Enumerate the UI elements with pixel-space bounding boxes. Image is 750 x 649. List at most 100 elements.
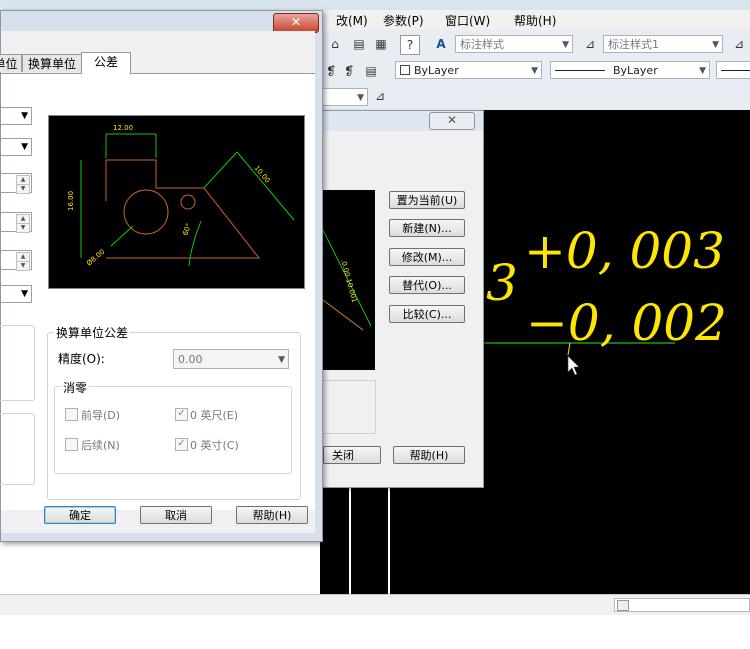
modify-style-button[interactable]: 修改(M)... <box>389 248 465 266</box>
status-bar <box>0 594 750 615</box>
help-button[interactable]: 帮助(H) <box>393 446 465 464</box>
part-hole <box>123 189 169 235</box>
top-dim-text: 12.00 <box>113 124 133 132</box>
alignment-group <box>0 325 35 401</box>
color-combo[interactable]: ByLayer ▼ <box>395 61 542 79</box>
set-current-button[interactable]: 置为当前(U) <box>389 191 465 209</box>
calculator-icon[interactable]: ▦ <box>372 35 390 53</box>
ok-button[interactable]: 确定 <box>44 506 116 524</box>
description-box <box>323 380 376 434</box>
text-style-combo[interactable]: 标注样式 ▼ <box>455 35 573 53</box>
part-outline <box>105 159 261 259</box>
lineweight-combo[interactable] <box>716 61 750 79</box>
lower-value-spinner[interactable]: ▲ ▼ <box>1 212 32 233</box>
cancel-button[interactable]: 取消 <box>140 506 212 524</box>
dimension-style-manager-dialog: ✕ .0.00 10.001 置为当前(U) 新建(N)... 修改(M)...… <box>322 110 484 488</box>
line-sample-icon <box>721 70 750 71</box>
diameter-dim-text: Ø8.00 <box>85 248 106 268</box>
color-swatch-icon <box>400 65 410 75</box>
linetype-combo-value: ByLayer <box>613 64 658 77</box>
chevron-down-icon: ▼ <box>21 142 28 152</box>
tolerance-preview: 12.00 16.00 10.00 60° Ø8.00 <box>48 115 305 289</box>
upper-value-spinner[interactable]: ▲ ▼ <box>1 173 32 194</box>
cursor-icon <box>567 355 580 376</box>
tolerances-panel: ▼ ▼ ▲ ▼ ▲ ▼ ▲ ▼ ▼ 12.00 16.00 10.00 60° … <box>0 73 315 510</box>
alt-tolerance-title: 换算单位公差 <box>54 324 131 341</box>
scrollbar-thumb[interactable] <box>617 600 629 611</box>
style-preview: .0.00 10.001 <box>322 190 375 370</box>
alt-precision-combo[interactable]: 0.00 ▼ <box>173 349 289 369</box>
tab-tolerances[interactable]: 公差 <box>81 52 131 74</box>
dialog-titlebar: ✕ <box>323 111 483 131</box>
angle-ext-line <box>203 151 238 189</box>
spin-down-icon[interactable]: ▼ <box>16 261 30 271</box>
leading-checkbox[interactable] <box>65 408 78 421</box>
title-bar-strip <box>0 0 750 10</box>
text-style-combo-value: 标注样式 <box>460 38 504 51</box>
close-button[interactable]: 关闭 <box>323 446 381 464</box>
vertical-position-combo[interactable]: ▼ <box>1 285 32 303</box>
menu-parametric[interactable]: 参数(P) <box>383 12 424 29</box>
line-sample-icon <box>555 70 605 71</box>
help-button[interactable]: 帮助(H) <box>236 506 308 524</box>
chevron-down-icon: ▼ <box>21 289 28 299</box>
dimension-style-icon[interactable]: ⊿ <box>581 35 599 53</box>
upper-tolerance: +0, 003 <box>524 222 725 280</box>
menu-modify[interactable]: 改(M) <box>336 12 368 29</box>
tolerance-format-combo[interactable]: ▼ <box>1 107 32 125</box>
layer-state-icon[interactable]: ❡ <box>340 62 358 80</box>
menu-window[interactable]: 窗口(W) <box>445 12 490 29</box>
compare-styles-button[interactable]: 比较(C)... <box>389 305 465 323</box>
spin-down-icon[interactable]: ▼ <box>16 184 30 194</box>
tolerance-precision-combo[interactable]: ▼ <box>1 138 32 156</box>
chevron-down-icon: ▼ <box>712 40 719 50</box>
spin-down-icon[interactable]: ▼ <box>16 223 30 233</box>
help-icon[interactable]: ? <box>400 35 420 55</box>
zero-suppression-group <box>0 413 35 485</box>
multileader-style-icon[interactable]: ⊿ <box>730 35 748 53</box>
chevron-down-icon: ▼ <box>278 355 285 365</box>
menu-help[interactable]: 帮助(H) <box>514 12 556 29</box>
table-style-icon[interactable]: ▤ <box>350 35 368 53</box>
dimension-icon[interactable]: ⌂ <box>326 35 344 53</box>
text-style-icon[interactable]: A <box>432 35 450 53</box>
chevron-down-icon: ▼ <box>21 111 28 121</box>
left-dim-text: 16.00 <box>67 191 75 211</box>
tab-units[interactable]: 单位 <box>0 54 22 72</box>
new-style-button[interactable]: 新建(N)... <box>389 219 465 237</box>
scaling-height-spinner[interactable]: ▲ ▼ <box>1 250 32 271</box>
override-style-button[interactable]: 替代(O)... <box>389 276 465 294</box>
linetype-combo[interactable]: ByLayer ▼ <box>550 61 710 79</box>
layer-props-icon[interactable]: ❡ <box>322 62 340 80</box>
tab-alternate-units[interactable]: 换算单位 <box>22 54 82 72</box>
trailing-label: 后续(N) <box>81 439 120 452</box>
layer-previous-icon[interactable]: ▤ <box>362 62 380 80</box>
close-icon[interactable]: ✕ <box>429 112 475 130</box>
leading-label: 前导(D) <box>81 409 121 422</box>
inches-checkbox[interactable]: ✓ <box>175 438 188 451</box>
trailing-checkbox[interactable] <box>65 438 78 451</box>
part-small-hole <box>180 194 196 210</box>
zero-suppress-group <box>54 386 292 474</box>
feet-checkbox[interactable]: ✓ <box>175 408 188 421</box>
feet-label: 0 英尺(E) <box>190 409 239 422</box>
chevron-down-icon: ▼ <box>562 40 569 50</box>
precision-label: 精度(O): <box>58 352 105 366</box>
dimension-style-icon[interactable]: ⊿ <box>371 87 389 105</box>
close-icon[interactable]: ✕ <box>273 13 319 33</box>
horizontal-scrollbar[interactable] <box>614 598 750 612</box>
color-combo-value: ByLayer <box>414 64 459 77</box>
dimension-style-combo[interactable]: 标注样式1 ▼ <box>603 35 723 53</box>
dialog-body: 单位 换算单位 公差 ▼ ▼ ▲▼ ▲▼ ▲▼ ▼ <box>0 31 315 533</box>
alt-precision-value: 0.00 <box>178 353 203 366</box>
preview-dim-text: .0.00 10.001 <box>339 258 358 303</box>
right-dim-line <box>236 151 295 221</box>
secondary-toolbar: ▼ ⊿ <box>320 84 750 110</box>
chevron-down-icon: ▼ <box>357 93 364 103</box>
preview-outline <box>322 299 364 331</box>
modify-dimension-style-dialog: ✕ 单位 换算单位 公差 ▼ ▼ ▲▼ ▲▼ ▲▼ ▼ <box>0 10 323 542</box>
diameter-leader <box>110 225 134 247</box>
plot-style-combo[interactable]: ▼ <box>320 88 368 106</box>
lower-tolerance: −0, 002 <box>526 294 727 352</box>
chevron-down-icon: ▼ <box>699 66 706 76</box>
